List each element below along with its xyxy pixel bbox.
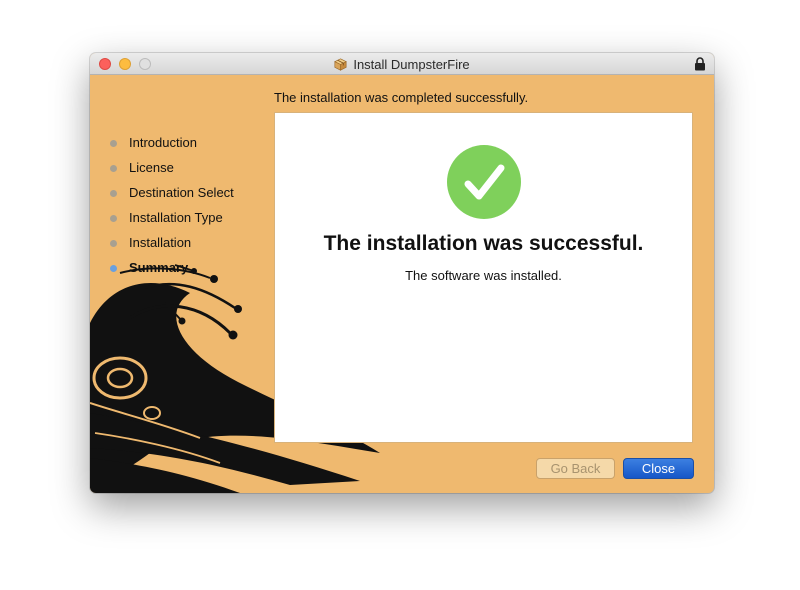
success-subtitle: The software was installed. — [405, 268, 562, 283]
step-destination-select: Destination Select — [110, 185, 234, 210]
step-label: License — [129, 160, 174, 175]
step-label: Installation Type — [129, 210, 223, 225]
step-label: Destination Select — [129, 185, 234, 200]
step-installation-type: Installation Type — [110, 210, 234, 235]
window-title: Install DumpsterFire — [353, 56, 470, 72]
installer-window: Install DumpsterFire The installation wa… — [90, 53, 714, 493]
close-button[interactable]: Close — [623, 458, 694, 479]
checkmark-icon — [447, 145, 521, 219]
step-summary: Summary — [110, 260, 234, 285]
step-label: Installation — [129, 235, 192, 250]
step-label: Summary — [129, 260, 189, 275]
package-icon — [334, 57, 348, 71]
step-introduction: Introduction — [110, 135, 234, 160]
window-title-wrap: Install DumpsterFire — [90, 53, 714, 75]
page-heading: The installation was completed successfu… — [274, 90, 529, 105]
step-bullet-icon — [110, 190, 117, 197]
go-back-button[interactable]: Go Back — [536, 458, 615, 479]
step-bullet-icon — [110, 215, 117, 222]
step-bullet-active-icon — [110, 265, 117, 272]
step-license: License — [110, 160, 234, 185]
step-label: Introduction — [129, 135, 197, 150]
summary-panel: The installation was successful. The sof… — [274, 112, 693, 443]
lock-icon[interactable] — [694, 57, 706, 71]
installer-steps: Introduction License Destination Select … — [110, 135, 234, 285]
step-bullet-icon — [110, 140, 117, 147]
title-bar[interactable]: Install DumpsterFire — [90, 53, 714, 75]
step-installation: Installation — [110, 235, 234, 260]
step-bullet-icon — [110, 165, 117, 172]
success-title: The installation was successful. — [323, 232, 644, 255]
step-bullet-icon — [110, 240, 117, 247]
